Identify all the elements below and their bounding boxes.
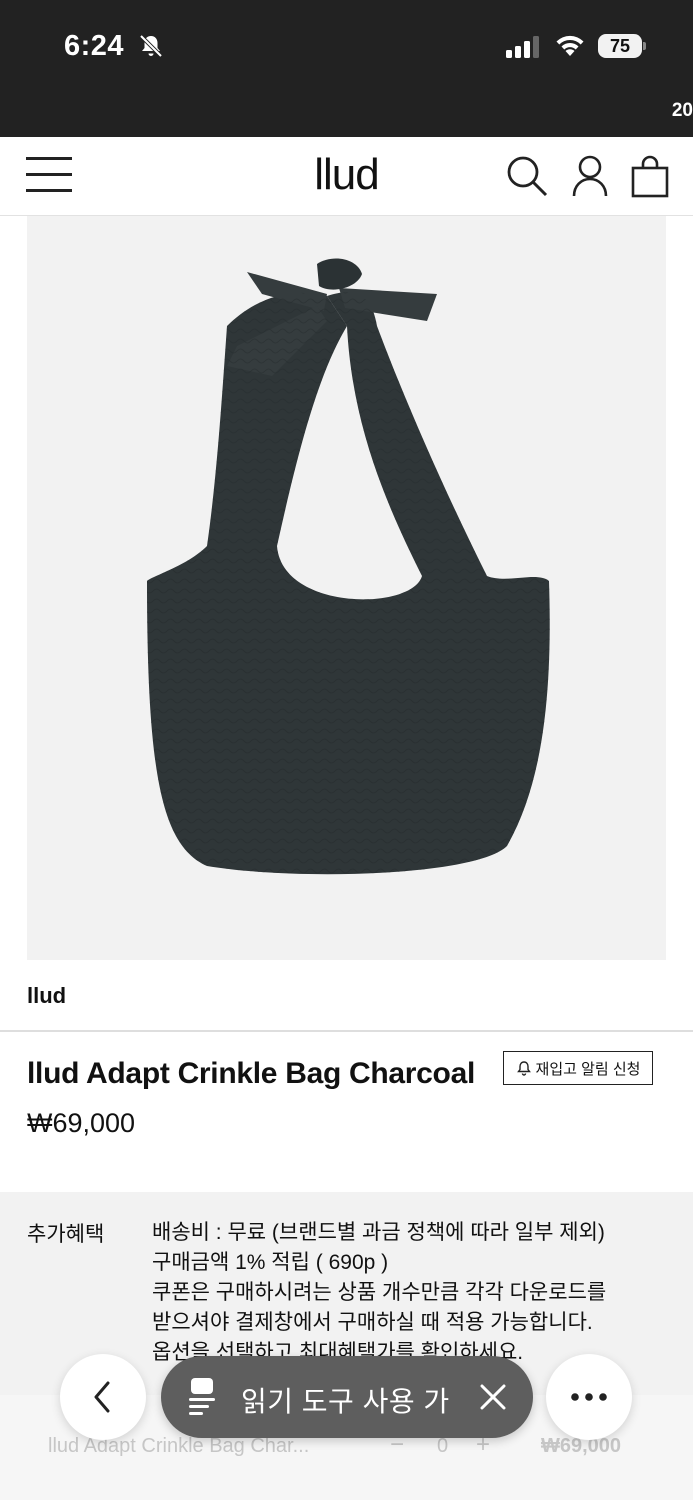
reader-mode-pill[interactable]: 읽기 도구 사용 가능 (161, 1356, 533, 1438)
benefit-line: 구매금액 1% 적립 ( 690p ) (152, 1251, 389, 1274)
status-bar: 6:24 75 20 (0, 0, 693, 137)
restock-alert-button[interactable]: 재입고 알림 신청 (503, 1051, 653, 1085)
benefits-label: 추가혜택 (27, 1223, 105, 1246)
status-overflow-text: 20 (671, 100, 693, 121)
bell-muted-icon (139, 34, 163, 58)
status-time: 6:24 (64, 30, 125, 62)
back-button[interactable] (60, 1354, 146, 1440)
purchase-item-name: llud Adapt Crinkle Bag Char... (48, 1435, 310, 1457)
product-image[interactable] (27, 216, 666, 960)
wifi-icon (556, 35, 584, 56)
divider (0, 1030, 693, 1032)
quantity-value: 0 (437, 1435, 449, 1457)
search-icon[interactable] (505, 154, 549, 198)
menu-icon[interactable] (26, 157, 74, 193)
product-price: ₩69,000 (27, 1108, 136, 1138)
product-title: llud Adapt Crinkle Bag Charcoal (27, 1057, 475, 1090)
brand-name[interactable]: llud (27, 983, 66, 1009)
shopping-bag-icon[interactable] (628, 154, 672, 198)
more-button[interactable] (546, 1354, 632, 1440)
user-icon[interactable] (568, 154, 612, 198)
close-icon[interactable] (477, 1381, 509, 1413)
site-header: llud (0, 137, 693, 216)
restock-alert-label: 재입고 알림 신청 (535, 1060, 641, 1078)
reader-mode-icon (189, 1378, 215, 1415)
benefit-lines: 배송비 : 무료 (브랜드별 과금 정책에 따라 일부 제외) 구매금액 1% … (152, 1218, 672, 1368)
cellular-signal-icon (506, 36, 539, 58)
back-icon (94, 1381, 110, 1413)
site-logo[interactable]: llud (314, 150, 379, 199)
battery-level: 75 (609, 36, 631, 56)
more-icon (571, 1393, 607, 1401)
bell-icon (516, 1061, 531, 1076)
battery-icon: 75 (598, 34, 646, 58)
bag-image (147, 258, 550, 875)
benefit-line: 쿠폰은 구매하시려는 상품 개수만큼 각각 다운로드를 (152, 1281, 607, 1304)
reader-mode-text: 읽기 도구 사용 가능 (241, 1386, 451, 1417)
benefit-line: 배송비 : 무료 (브랜드별 과금 정책에 따라 일부 제외) (152, 1221, 605, 1244)
benefit-line: 받으셔야 결제창에서 구매하실 때 적용 가능합니다. (152, 1311, 593, 1334)
